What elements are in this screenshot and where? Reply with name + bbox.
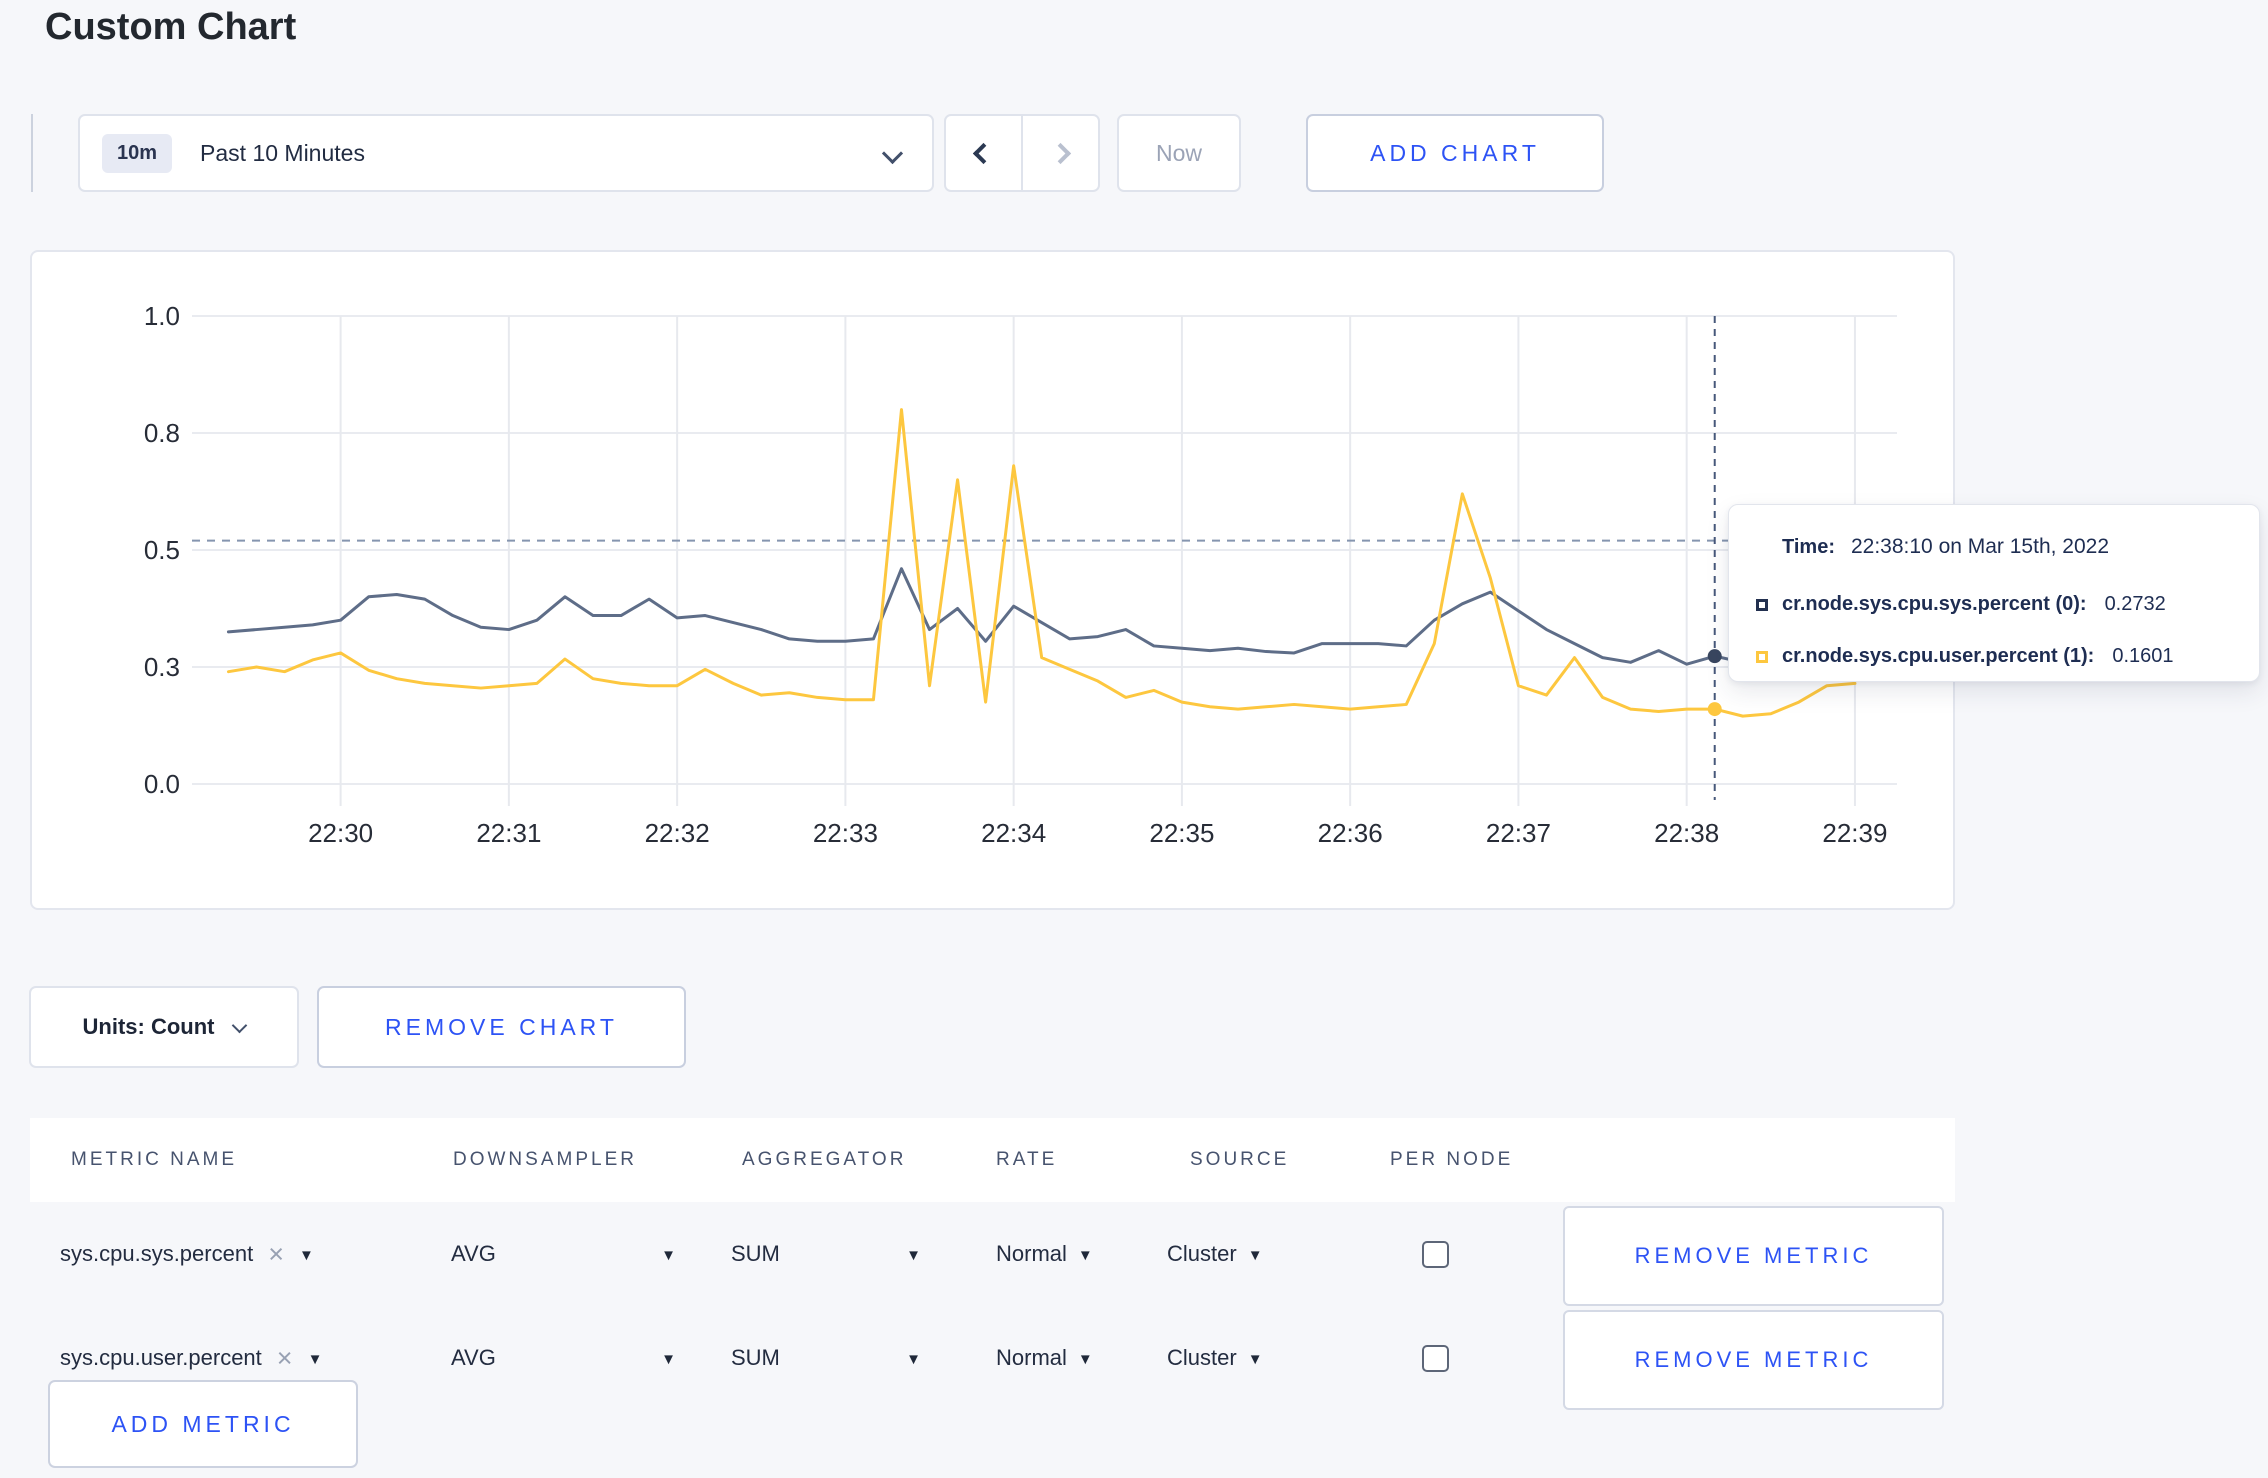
tooltip-series-value: 0.2732	[2104, 593, 2166, 615]
svg-text:22:32: 22:32	[645, 818, 710, 848]
aggregator-select[interactable]: SUM ▼	[731, 1306, 921, 1410]
aggregator-select[interactable]: SUM ▼	[731, 1202, 921, 1306]
svg-text:22:34: 22:34	[981, 818, 1046, 848]
per-node-checkbox[interactable]	[1422, 1345, 1449, 1372]
downsampler-select[interactable]: AVG ▼	[451, 1202, 676, 1306]
now-button-label: Now	[1155, 139, 1202, 166]
svg-text:0.8: 0.8	[144, 418, 180, 448]
series-swatch-icon	[1756, 598, 1768, 611]
caret-down-icon: ▼	[1247, 1246, 1263, 1264]
svg-text:22:33: 22:33	[813, 818, 878, 848]
prev-window-button[interactable]	[946, 116, 1021, 190]
clear-icon[interactable]: ×	[268, 1240, 284, 1268]
column-header-aggregator: AGGREGATOR	[742, 1149, 907, 1170]
chevron-right-icon	[1049, 142, 1072, 164]
page-title: Custom Chart	[45, 6, 297, 48]
downsampler-value: AVG	[451, 1241, 496, 1266]
svg-text:22:30: 22:30	[308, 818, 373, 848]
caret-down-icon: ▼	[1077, 1350, 1093, 1368]
per-node-checkbox[interactable]	[1422, 1241, 1449, 1268]
svg-text:22:35: 22:35	[1149, 818, 1214, 848]
source-value: Cluster	[1167, 1241, 1237, 1266]
column-header-per-node: PER NODE	[1390, 1149, 1514, 1170]
remove-chart-label: REMOVE CHART	[385, 1013, 618, 1040]
next-window-button[interactable]	[1021, 116, 1098, 190]
units-label: Units: Count	[82, 1014, 215, 1039]
tooltip-series-row: cr.node.sys.cpu.sys.percent (0): 0.2732	[1756, 593, 2166, 616]
metric-name-value: sys.cpu.user.percent	[60, 1345, 262, 1370]
units-select[interactable]: Units: Count	[29, 986, 299, 1068]
caret-down-icon: ▼	[298, 1246, 314, 1264]
caret-down-icon: ▼	[307, 1350, 323, 1368]
downsampler-select[interactable]: AVG ▼	[451, 1306, 676, 1410]
chevron-left-icon	[972, 142, 995, 164]
svg-text:22:39: 22:39	[1822, 818, 1887, 848]
tooltip-series-label: cr.node.sys.cpu.user.percent (1):	[1782, 645, 2095, 667]
svg-text:22:31: 22:31	[476, 818, 541, 848]
now-button[interactable]: Now	[1117, 114, 1241, 192]
svg-text:0.3: 0.3	[144, 652, 180, 682]
svg-text:0.5: 0.5	[144, 535, 180, 565]
caret-down-icon: ▼	[661, 1350, 676, 1368]
clear-icon[interactable]: ×	[277, 1344, 293, 1372]
downsampler-value: AVG	[451, 1345, 496, 1370]
remove-chart-button[interactable]: REMOVE CHART	[317, 986, 686, 1068]
remove-metric-label: REMOVE METRIC	[1634, 1243, 1873, 1268]
rate-select[interactable]: Normal ▼	[996, 1306, 1093, 1410]
remove-metric-button[interactable]: REMOVE METRIC	[1563, 1206, 1944, 1306]
caret-down-icon: ▼	[661, 1246, 676, 1264]
caret-down-icon: ▼	[1247, 1350, 1263, 1368]
svg-text:22:38: 22:38	[1654, 818, 1719, 848]
svg-text:1.0: 1.0	[144, 301, 180, 331]
chevron-down-icon	[232, 1017, 248, 1033]
time-window-nav	[944, 114, 1100, 192]
column-header-rate: RATE	[996, 1149, 1058, 1170]
tooltip-series-value: 0.1601	[2112, 645, 2174, 667]
time-range-label: Past 10 Minutes	[200, 139, 365, 166]
source-select[interactable]: Cluster ▼	[1167, 1202, 1263, 1306]
tooltip-time: Time: 22:38:10 on Mar 15th, 2022	[1782, 535, 2109, 559]
add-chart-label: ADD CHART	[1370, 139, 1540, 166]
caret-down-icon: ▼	[906, 1350, 921, 1368]
chevron-down-icon	[881, 142, 904, 165]
column-header-source: SOURCE	[1190, 1149, 1290, 1170]
tooltip-time-value: 22:38:10 on Mar 15th, 2022	[1850, 535, 2110, 558]
custom-chart-page: { "page": { "title": "Custom Chart", "ba…	[0, 0, 2268, 1478]
svg-text:0.0: 0.0	[144, 769, 180, 799]
tooltip-series-row: cr.node.sys.cpu.user.percent (1): 0.1601	[1756, 645, 2174, 668]
rate-value: Normal	[996, 1345, 1067, 1370]
section-divider	[31, 114, 33, 192]
time-range-badge: 10m	[102, 133, 173, 173]
caret-down-icon: ▼	[906, 1246, 921, 1264]
chart-svg[interactable]: 0.0 0.3 0.5 0.8 1.0 22:30 22:31 22:32 22:33 22:34…	[32, 252, 1953, 908]
column-header-downsampler: DOWNSAMPLER	[453, 1149, 637, 1170]
metric-row: sys.cpu.sys.percent × ▼ AVG ▼ SUM ▼ Norm…	[30, 1202, 1955, 1306]
chart-panel: 0.0 0.3 0.5 0.8 1.0 22:30 22:31 22:32 22:33 22:34…	[30, 250, 1955, 910]
caret-down-icon: ▼	[1077, 1246, 1093, 1264]
aggregator-value: SUM	[731, 1345, 780, 1370]
remove-metric-label: REMOVE METRIC	[1634, 1347, 1873, 1372]
series-swatch-icon	[1756, 650, 1768, 663]
svg-text:22:37: 22:37	[1486, 818, 1551, 848]
source-select[interactable]: Cluster ▼	[1167, 1306, 1263, 1410]
time-range-select[interactable]: 10m Past 10 Minutes	[78, 114, 934, 192]
chart-tooltip: Time: 22:38:10 on Mar 15th, 2022 cr.node.…	[1728, 504, 2260, 682]
tooltip-time-label: Time:	[1782, 536, 1835, 558]
svg-text:22:36: 22:36	[1318, 818, 1383, 848]
aggregator-value: SUM	[731, 1241, 780, 1266]
metrics-table-header: METRIC NAME DOWNSAMPLER AGGREGATOR RATE …	[30, 1118, 1955, 1202]
metric-name-select[interactable]: sys.cpu.sys.percent × ▼	[60, 1202, 314, 1306]
column-header-metric-name: METRIC NAME	[71, 1149, 237, 1170]
rate-value: Normal	[996, 1241, 1067, 1266]
metric-name-value: sys.cpu.sys.percent	[60, 1241, 254, 1266]
add-chart-button[interactable]: ADD CHART	[1306, 114, 1604, 192]
tooltip-series-label: cr.node.sys.cpu.sys.percent (0):	[1782, 593, 2087, 615]
add-metric-label: ADD METRIC	[111, 1410, 295, 1437]
add-metric-button[interactable]: ADD METRIC	[48, 1380, 358, 1468]
rate-select[interactable]: Normal ▼	[996, 1202, 1093, 1306]
remove-metric-button[interactable]: REMOVE METRIC	[1563, 1310, 1944, 1410]
source-value: Cluster	[1167, 1345, 1237, 1370]
